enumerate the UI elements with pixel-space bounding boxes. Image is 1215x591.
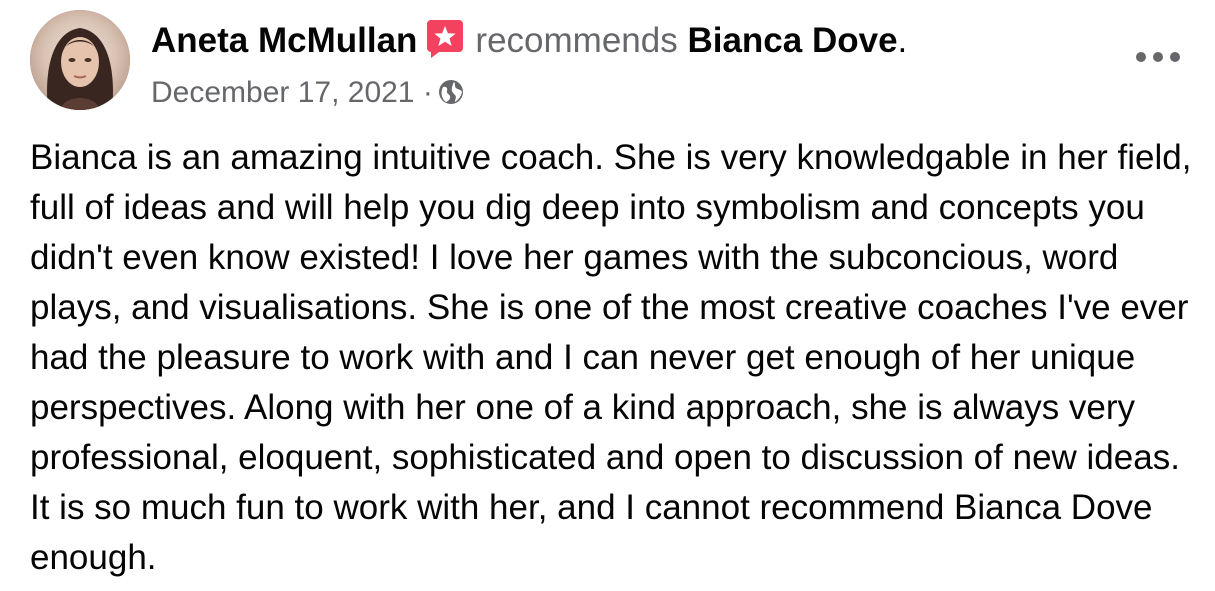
more-dot xyxy=(1153,52,1163,62)
post-body-text: Bianca is an amazing intuitive coach. Sh… xyxy=(30,138,1192,577)
recommends-verb: recommends xyxy=(475,21,678,60)
globe-icon xyxy=(438,80,463,104)
post-header: Aneta McMullan recommends Bianca Dove. D… xyxy=(30,10,1190,110)
avatar-image xyxy=(30,10,130,110)
post-meta: December 17, 2021 · xyxy=(151,74,465,112)
author-name[interactable]: Aneta McMullan xyxy=(151,21,417,60)
author-line: Aneta McMullan recommends Bianca Dove. xyxy=(151,18,907,63)
recommended-page-name[interactable]: Bianca Dove xyxy=(687,21,897,60)
meta-separator: · xyxy=(422,76,433,109)
avatar[interactable] xyxy=(30,10,130,110)
star-recommendation-icon xyxy=(427,20,464,58)
more-options-icon[interactable] xyxy=(1136,42,1180,72)
more-dot xyxy=(1170,52,1180,62)
post-date[interactable]: December 17, 2021 xyxy=(151,76,415,109)
author-line-period: . xyxy=(897,21,908,60)
more-dot xyxy=(1136,52,1146,62)
